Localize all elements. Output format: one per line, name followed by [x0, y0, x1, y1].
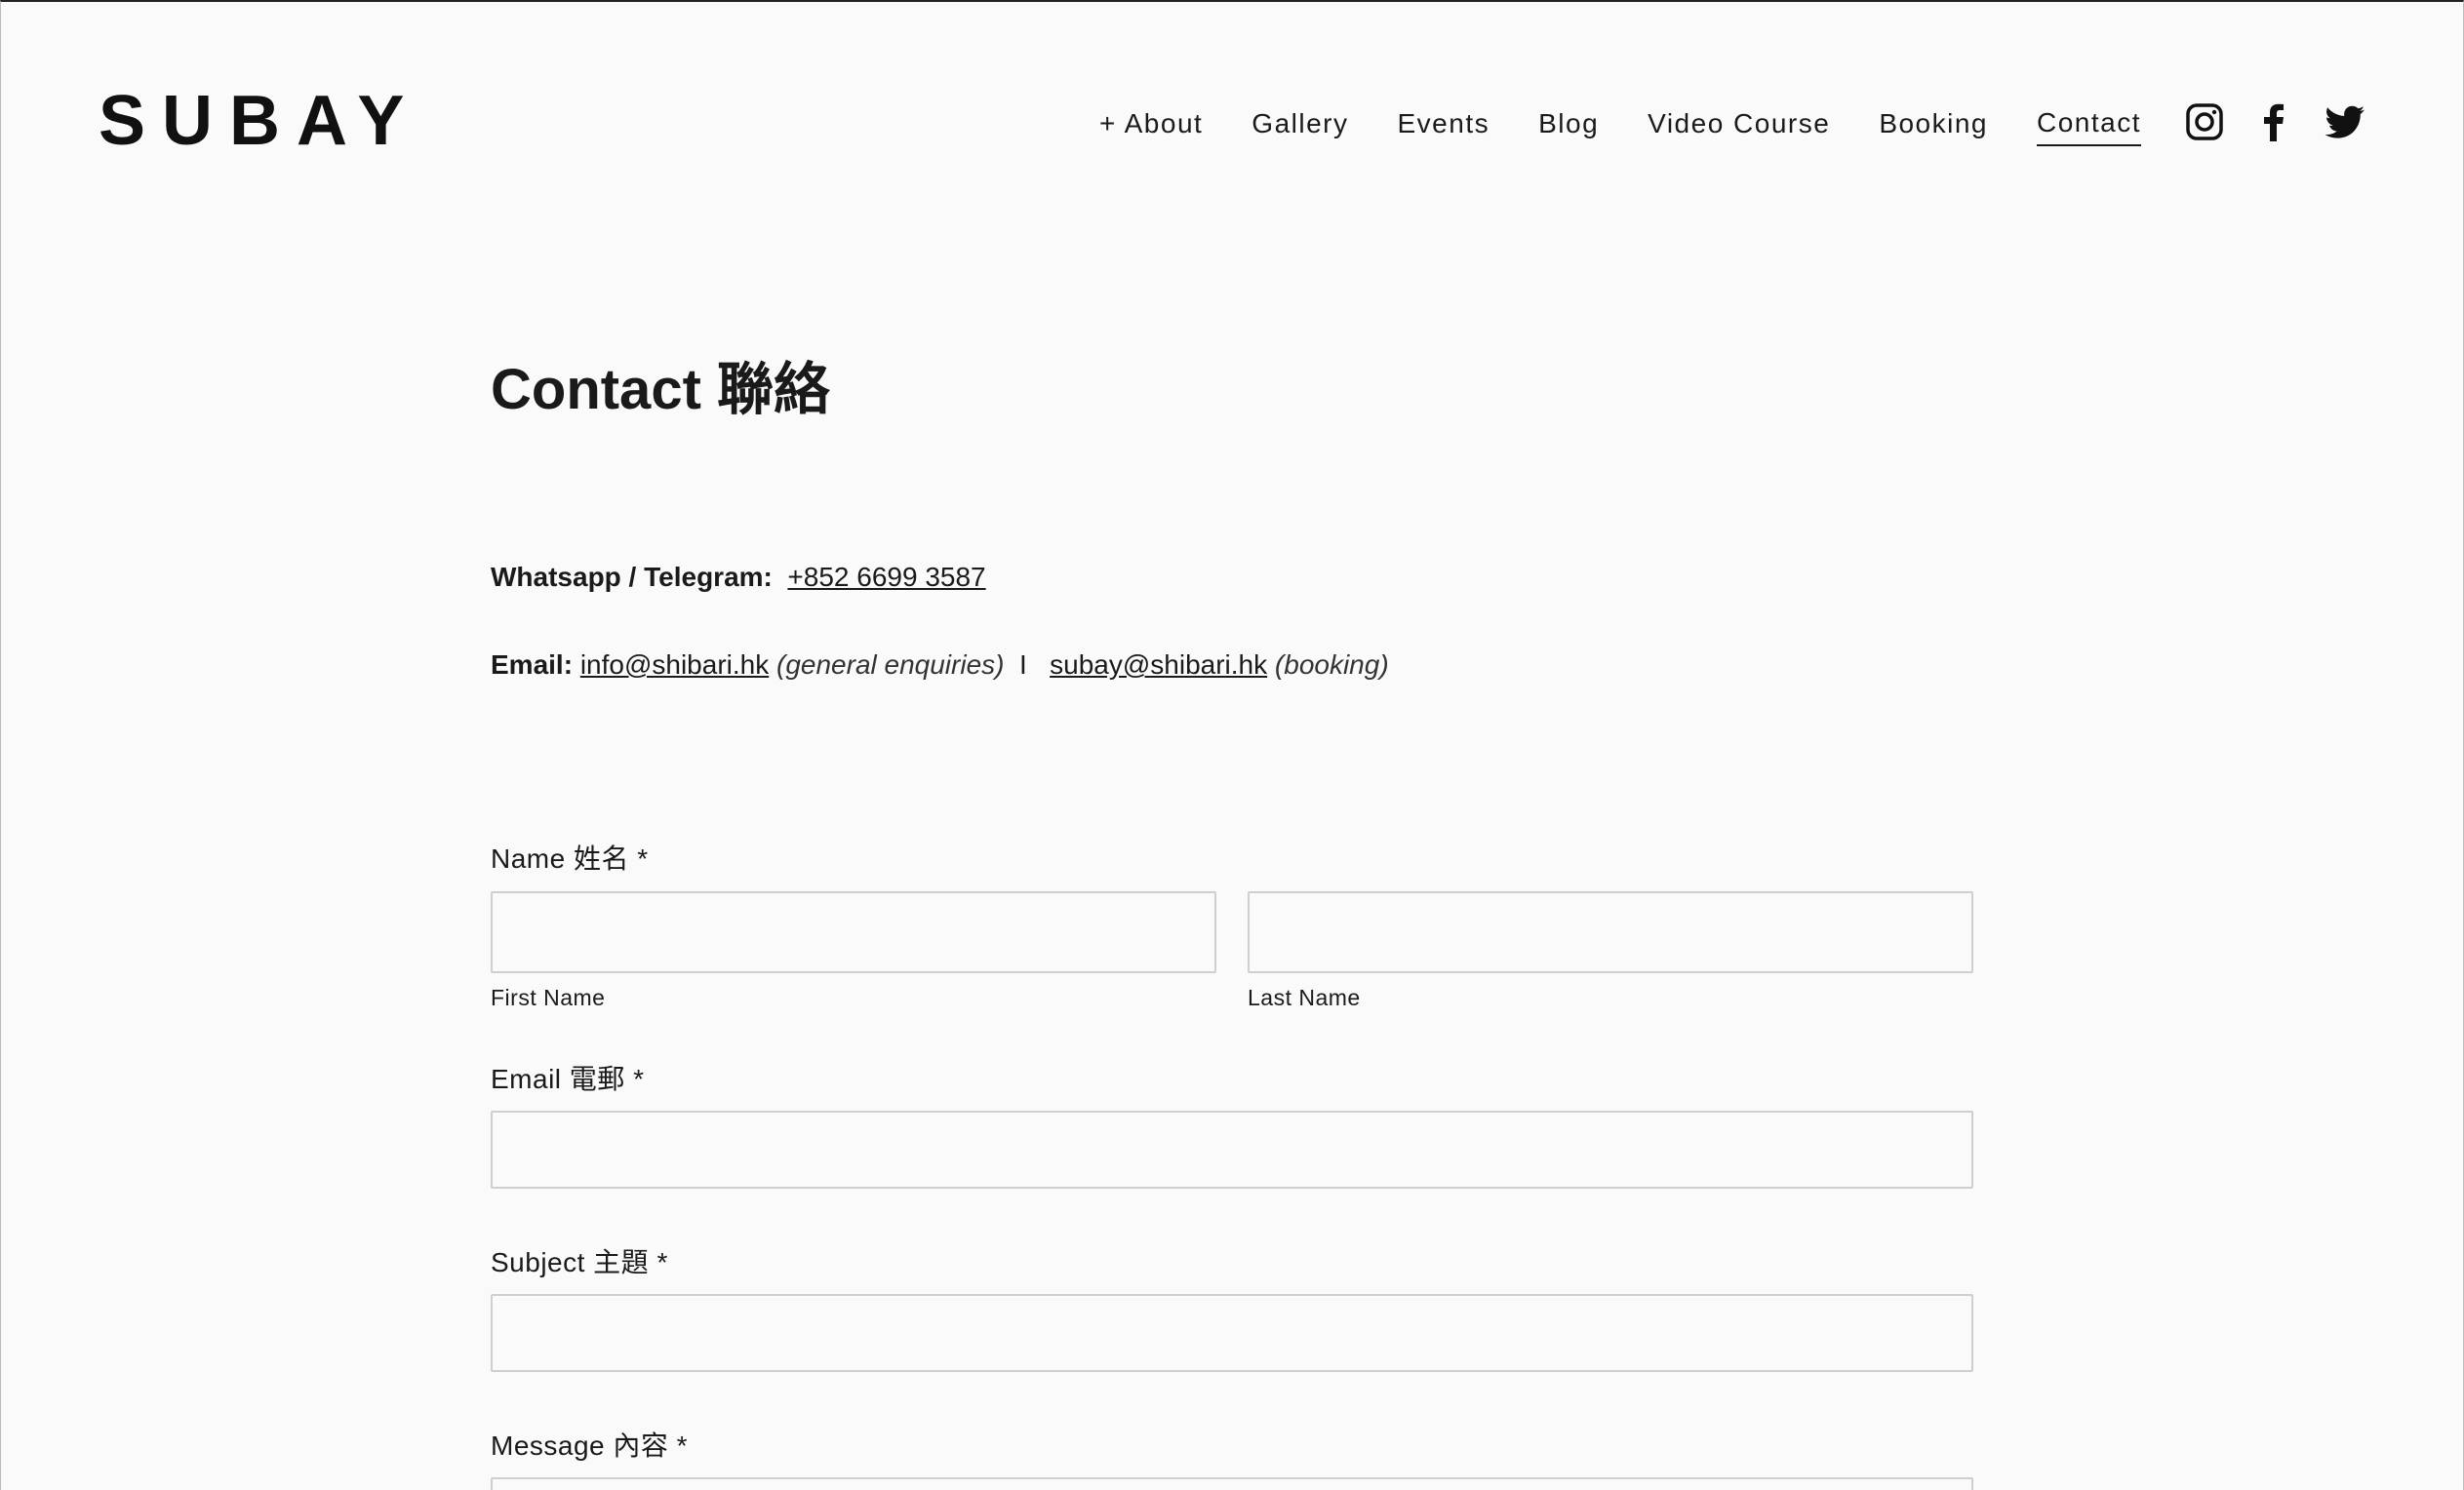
nav-booking[interactable]: Booking: [1879, 104, 1988, 145]
email-line: Email: info@shibari.hk (general enquirie…: [491, 646, 1389, 685]
twitter-icon[interactable]: [2325, 101, 2365, 142]
email-field-label: Email 電郵 *: [491, 1064, 645, 1094]
nav-events[interactable]: Events: [1398, 104, 1490, 145]
phone-label: Whatsapp / Telegram:: [491, 562, 773, 592]
page-title: Contact 聯絡: [491, 358, 831, 421]
booking-email-link[interactable]: subay@shibari.hk: [1050, 649, 1267, 680]
booking-email-note: (booking): [1274, 649, 1389, 680]
first-name-input[interactable]: [491, 891, 1216, 973]
subject-label: Subject 主題 *: [491, 1247, 668, 1277]
nav-contact[interactable]: Contact: [2037, 103, 2141, 146]
nav-about[interactable]: + About: [1099, 104, 1203, 145]
email-separator: I: [1019, 649, 1027, 680]
page: SUBAY + About Gallery Events Blog Video …: [0, 0, 2464, 1490]
nav-gallery[interactable]: Gallery: [1252, 104, 1348, 145]
general-email-link[interactable]: info@shibari.hk: [580, 649, 769, 680]
instagram-icon[interactable]: [2184, 101, 2225, 142]
email-input[interactable]: [491, 1111, 1973, 1189]
first-name-label: First Name: [491, 985, 606, 1010]
last-name-input[interactable]: [1248, 891, 1973, 973]
nav-video-course[interactable]: Video Course: [1648, 104, 1830, 145]
email-label: Email:: [491, 649, 574, 680]
name-label: Name 姓名 *: [491, 843, 649, 874]
message-textarea[interactable]: [491, 1477, 1973, 1490]
general-email-note: (general enquiries): [776, 649, 1005, 680]
last-name-label: Last Name: [1248, 985, 1361, 1010]
subject-input[interactable]: [491, 1294, 1973, 1372]
message-label: Message 內容 *: [491, 1431, 689, 1461]
phone-link[interactable]: +852 6699 3587: [787, 562, 985, 592]
main-nav: + About Gallery Events Blog Video Course…: [1051, 103, 2141, 146]
site-logo[interactable]: SUBAY: [99, 82, 420, 160]
phone-line: Whatsapp / Telegram: +852 6699 3587: [491, 558, 986, 597]
social-links: [2184, 101, 2365, 142]
nav-blog[interactable]: Blog: [1538, 104, 1599, 145]
facebook-icon[interactable]: [2254, 101, 2295, 142]
